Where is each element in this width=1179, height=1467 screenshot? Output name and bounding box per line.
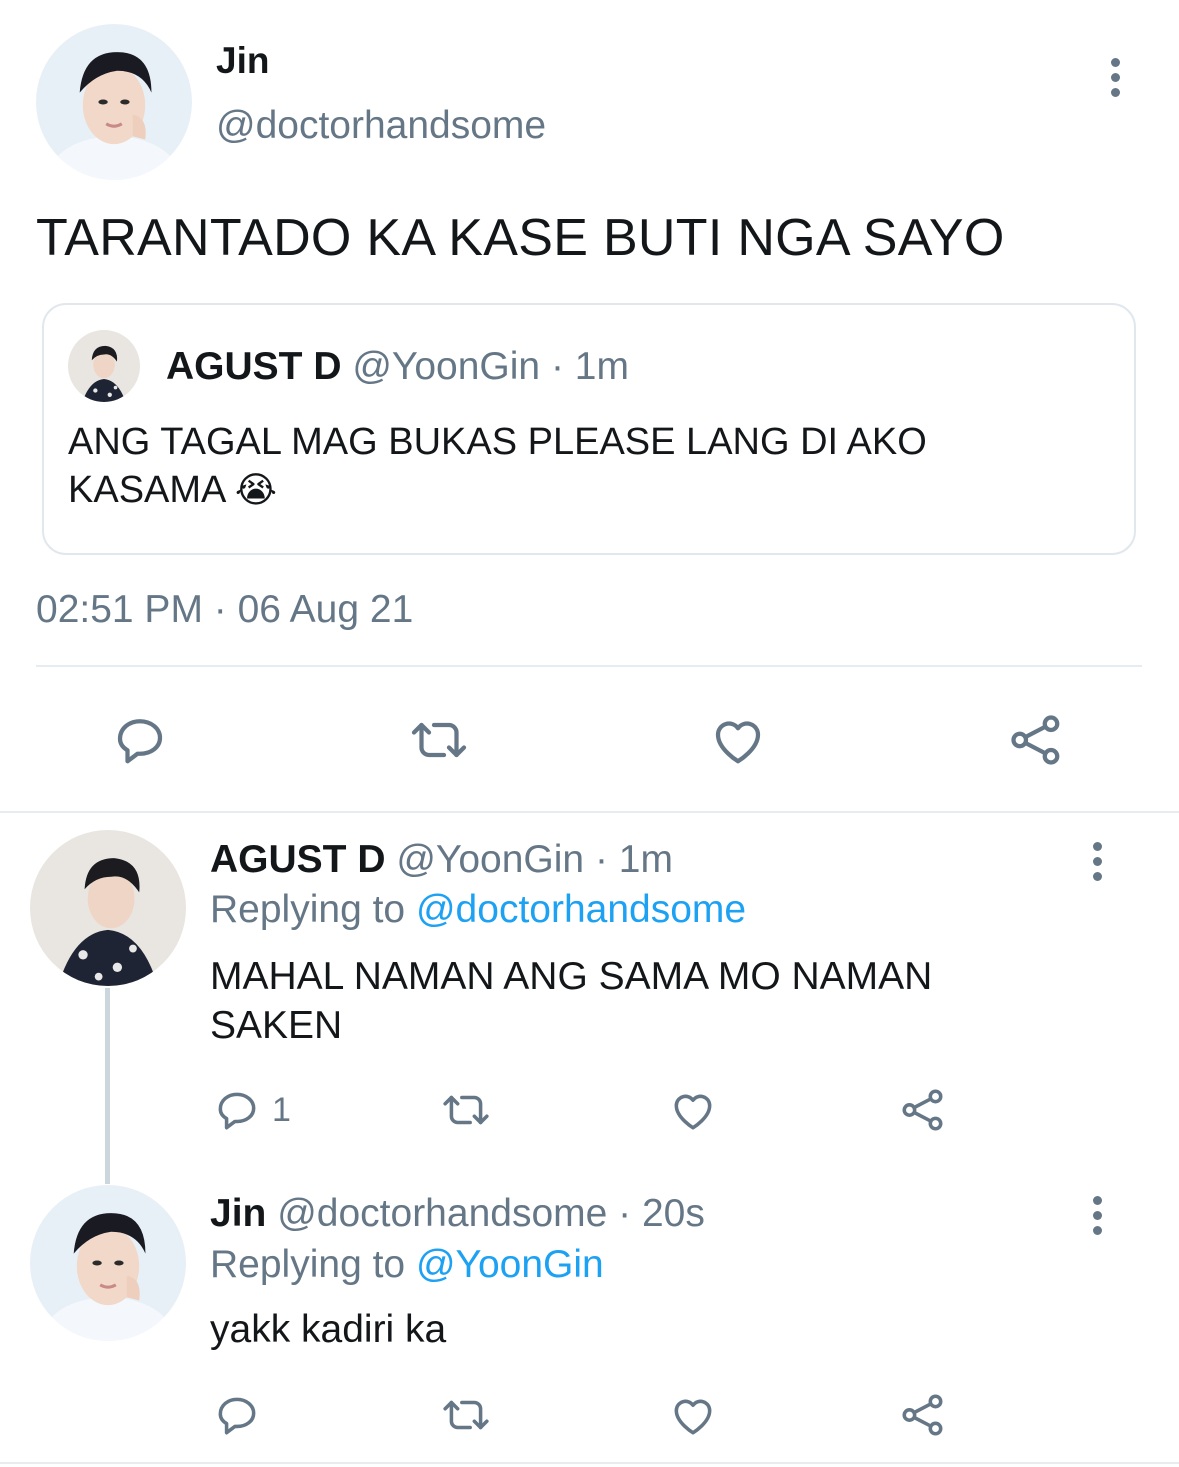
retweet-icon xyxy=(443,1095,489,1125)
quote-author-handle[interactable]: @YoonGin xyxy=(352,345,540,388)
avatar-agustd[interactable] xyxy=(30,830,186,986)
quote-text-line2: KASAMA xyxy=(68,469,225,511)
reply1-time: · 1m xyxy=(594,838,673,881)
reply1-share-button[interactable] xyxy=(898,1085,948,1135)
reply2-like-button[interactable] xyxy=(668,1390,718,1440)
tweet-timestamp: 02:51 PM · 06 Aug 21 xyxy=(36,588,414,631)
reply1-header: AGUST D @YoonGin · 1m xyxy=(210,838,673,882)
reply1-retweet-button[interactable] xyxy=(438,1085,494,1135)
reply1-text-line2: SAKEN xyxy=(210,1004,343,1047)
reply1-reply-button[interactable]: 1 xyxy=(212,1085,291,1135)
quote-time: · 1m xyxy=(550,345,629,388)
share-button[interactable] xyxy=(1006,710,1066,770)
more-icon[interactable] xyxy=(1105,58,1125,97)
avatar-agustd-small[interactable] xyxy=(68,330,140,402)
reply2-reply-button[interactable] xyxy=(212,1390,262,1440)
reply2-replying: Replying to @YoonGin xyxy=(210,1243,604,1287)
reply2-more-icon[interactable] xyxy=(1087,1196,1107,1235)
share-icon xyxy=(902,1394,943,1436)
retweet-icon xyxy=(411,722,467,758)
reply2-header: Jin @doctorhandsome · 20s xyxy=(210,1192,705,1236)
reply-icon xyxy=(218,1397,256,1435)
retweet-icon xyxy=(443,1400,489,1430)
retweet-button[interactable] xyxy=(406,710,472,770)
reply1-replying-to[interactable]: @doctorhandsome xyxy=(416,888,746,931)
quote-header: AGUST D @YoonGin · 1m xyxy=(166,345,629,389)
divider xyxy=(36,665,1142,667)
reply1-replying: Replying to @doctorhandsome xyxy=(210,888,746,932)
quote-text: ANG TAGAL MAG BUKAS PLEASE LANG DI AKO K… xyxy=(68,418,927,514)
reply2-author-name[interactable]: Jin xyxy=(210,1192,266,1235)
reply1-like-button[interactable] xyxy=(668,1085,718,1135)
reply2-time: · 20s xyxy=(618,1192,705,1235)
reply2-author-handle[interactable]: @doctorhandsome xyxy=(277,1192,607,1235)
reply1-reply-count: 1 xyxy=(272,1090,291,1129)
like-button[interactable] xyxy=(708,710,768,770)
author-name[interactable]: Jin xyxy=(216,40,269,82)
author-handle[interactable]: @doctorhandsome xyxy=(216,104,546,148)
like-icon xyxy=(674,1094,712,1130)
reply2-text: yakk kadiri ka xyxy=(210,1308,447,1351)
avatar-jin[interactable] xyxy=(36,24,192,180)
reply2-replying-label: Replying to xyxy=(210,1243,406,1286)
quote-text-line1: ANG TAGAL MAG BUKAS PLEASE LANG DI AKO xyxy=(68,421,927,463)
reply-icon xyxy=(218,1092,256,1130)
reply1-replying-label: Replying to xyxy=(210,888,406,931)
reply1-more-icon[interactable] xyxy=(1087,842,1107,881)
section-divider xyxy=(0,811,1179,813)
thread-line xyxy=(105,988,110,1184)
avatar-jin-reply[interactable] xyxy=(30,1185,186,1341)
reply1-author-handle[interactable]: @YoonGin xyxy=(396,838,584,881)
reply2-retweet-button[interactable] xyxy=(438,1390,494,1440)
bottom-divider xyxy=(0,1462,1179,1464)
reply1-author-name[interactable]: AGUST D xyxy=(210,838,386,881)
reply1-text-line1: MAHAL NAMAN ANG SAMA MO NAMAN xyxy=(210,955,933,998)
reply-button[interactable] xyxy=(110,710,170,770)
reply2-share-button[interactable] xyxy=(898,1390,948,1440)
tweet-text: TARANTADO KA KASE BUTI NGA SAYO xyxy=(36,209,1005,267)
quote-author-name[interactable]: AGUST D xyxy=(166,345,342,388)
like-icon xyxy=(674,1399,712,1435)
reply-icon xyxy=(117,719,163,764)
share-icon xyxy=(902,1089,943,1131)
share-icon xyxy=(1011,715,1060,765)
crying-emoji: 😭 xyxy=(234,469,277,510)
reply2-replying-to[interactable]: @YoonGin xyxy=(416,1243,604,1286)
like-icon xyxy=(715,721,761,764)
reply1-text: MAHAL NAMAN ANG SAMA MO NAMAN SAKEN xyxy=(210,952,932,1050)
